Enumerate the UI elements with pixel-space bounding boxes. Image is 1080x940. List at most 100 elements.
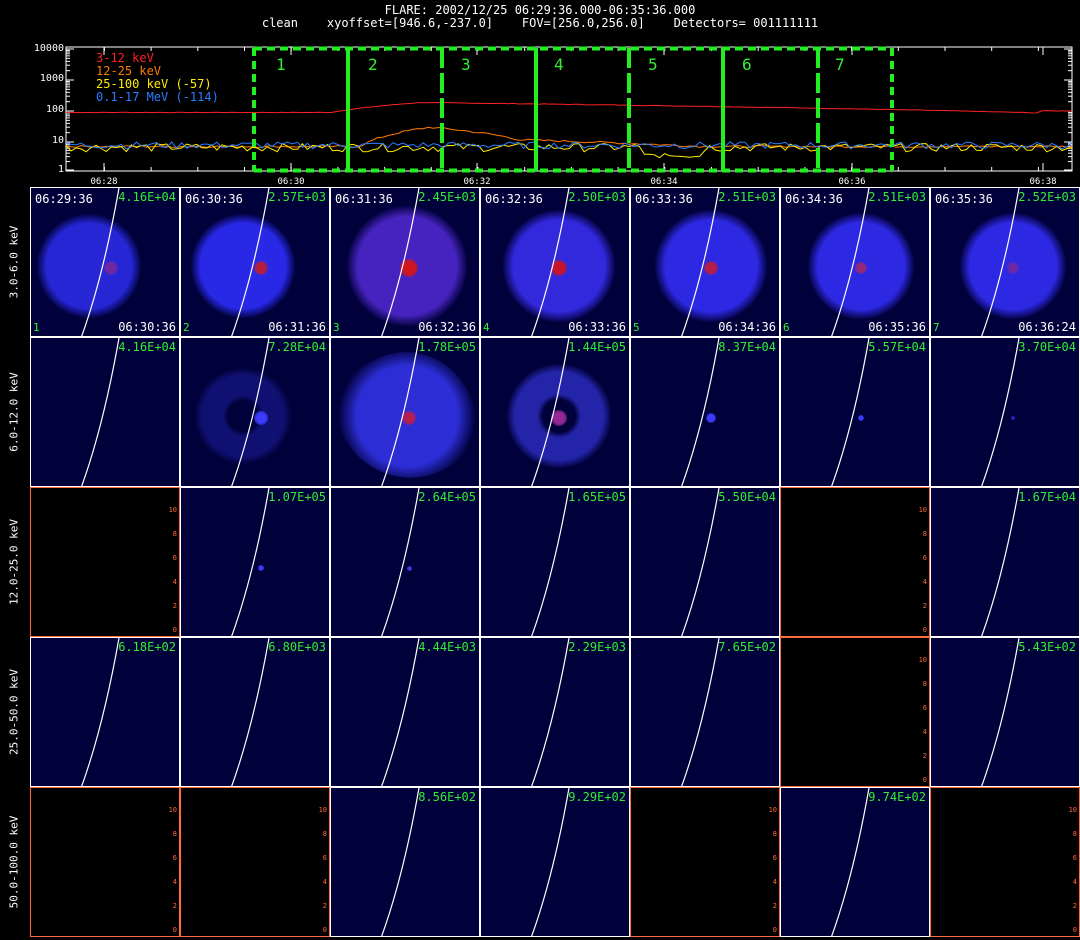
image-cell-r0-c6: 2.52E+03 06:35:36 06:36:24 7 <box>930 187 1080 337</box>
image-cell-r0-c1: 2.57E+03 06:30:36 06:31:36 2 <box>180 187 330 337</box>
solar-limb-line <box>381 788 420 936</box>
y-tick-10: 10 <box>51 135 64 146</box>
solar-limb-line <box>231 338 270 486</box>
max-value-label: 1.65E+05 <box>568 490 626 504</box>
max-value-label: 2.45E+03 <box>418 190 476 204</box>
band-label-text: 3.0-6.0 keV <box>7 225 21 299</box>
empty-axis-tick: 10 <box>318 806 327 814</box>
interval-index-label: 7 <box>933 321 940 334</box>
legend-3-12kev: 3-12 keV <box>96 51 154 65</box>
empty-axis-tick: 10 <box>168 806 177 814</box>
start-time-label: 06:33:36 <box>635 192 693 206</box>
image-cell-r0-c0: 4.16E+04 06:29:36 06:30:36 1 <box>30 187 180 337</box>
image-cell-r2-c3: 1.65E+05 <box>480 487 630 637</box>
x-tick-0636: 06:36 <box>838 177 866 187</box>
x-tick-0630: 06:30 <box>277 177 305 187</box>
empty-axis-tick: 6 <box>322 854 327 862</box>
max-value-label: 2.51E+03 <box>718 190 776 204</box>
image-cell-r3-c4: 7.65E+02 <box>630 637 780 787</box>
interval-index-label: 5 <box>633 321 640 334</box>
max-value-label: 9.74E+02 <box>868 790 926 804</box>
band-label-2: 12.0-25.0 keV <box>2 487 26 637</box>
empty-axis-tick: 2 <box>1072 902 1077 910</box>
image-cell-r1-c4: 8.37E+04 <box>630 337 780 487</box>
solar-limb-line <box>981 338 1020 486</box>
solar-limb-line <box>531 788 570 936</box>
empty-axis-tick: 0 <box>172 926 177 934</box>
solar-limb-line <box>831 788 870 936</box>
max-value-label: 6.80E+03 <box>268 640 326 654</box>
segment-boxes <box>252 46 894 173</box>
lightcurve-frame <box>65 46 1073 172</box>
max-value-label: 5.43E+02 <box>1018 640 1076 654</box>
end-time-label: 06:34:36 <box>718 320 776 334</box>
solar-limb-line <box>81 188 120 336</box>
empty-axis-tick: 6 <box>922 554 927 562</box>
image-cell-r0-c4: 2.51E+03 06:33:36 06:34:36 5 <box>630 187 780 337</box>
segment-label-2: 2 <box>368 55 378 74</box>
solar-limb-line <box>681 488 720 636</box>
image-cell-r4-c2: 8.56E+02 <box>330 787 480 937</box>
empty-axis-tick: 0 <box>922 776 927 784</box>
max-value-label: 1.07E+05 <box>268 490 326 504</box>
empty-axis-tick: 4 <box>922 578 927 586</box>
image-cell-r2-c1: 1.07E+05 <box>180 487 330 637</box>
empty-axis-tick: 2 <box>322 902 327 910</box>
interval-index-label: 2 <box>183 321 190 334</box>
max-value-label: 7.65E+02 <box>718 640 776 654</box>
image-cell-r3-c5: 0 2 4 6 8 10 <box>780 637 930 787</box>
legend-12-25kev: 12-25 keV <box>96 64 162 78</box>
band-label-text: 25.0-50.0 keV <box>7 668 21 756</box>
segment-label-5: 5 <box>648 55 658 74</box>
empty-axis-tick: 4 <box>172 878 177 886</box>
max-value-label: 8.37E+04 <box>718 340 776 354</box>
image-cell-r1-c0: 4.16E+04 <box>30 337 180 487</box>
empty-axis-tick: 2 <box>172 602 177 610</box>
end-time-label: 06:32:36 <box>418 320 476 334</box>
image-cell-r1-c6: 3.70E+04 <box>930 337 1080 487</box>
segment-label-6: 6 <box>742 55 752 74</box>
empty-axis-tick: 8 <box>1072 830 1077 838</box>
empty-axis-tick: 4 <box>322 878 327 886</box>
end-time-label: 06:31:36 <box>268 320 326 334</box>
image-cell-r1-c3: 1.44E+05 <box>480 337 630 487</box>
max-value-label: 4.16E+04 <box>118 340 176 354</box>
band-label-3: 25.0-50.0 keV <box>2 637 26 787</box>
image-cell-r2-c0: 0 2 4 6 8 10 <box>30 487 180 637</box>
segment-label-4: 4 <box>554 55 564 74</box>
max-value-label: 2.57E+03 <box>268 190 326 204</box>
solar-limb-line <box>531 638 570 786</box>
max-value-label: 1.67E+04 <box>1018 490 1076 504</box>
series-0.1-17mev-line <box>65 141 1073 150</box>
image-cell-r3-c1: 6.80E+03 <box>180 637 330 787</box>
empty-axis-tick: 0 <box>172 626 177 634</box>
empty-axis-tick: 4 <box>1072 878 1077 886</box>
empty-axis-tick: 6 <box>772 854 777 862</box>
x-tick-0628: 06:28 <box>90 177 118 187</box>
max-value-label: 2.51E+03 <box>868 190 926 204</box>
solar-limb-line <box>381 638 420 786</box>
image-cell-r3-c2: 4.44E+03 <box>330 637 480 787</box>
solar-limb-line <box>831 188 870 336</box>
solar-limb-line <box>531 488 570 636</box>
image-cell-r1-c5: 5.57E+04 <box>780 337 930 487</box>
max-value-label: 1.44E+05 <box>568 340 626 354</box>
empty-axis-tick: 0 <box>1072 926 1077 934</box>
start-time-label: 06:30:36 <box>185 192 243 206</box>
image-cell-r4-c5: 9.74E+02 <box>780 787 930 937</box>
empty-axis-tick: 6 <box>172 554 177 562</box>
solar-limb-line <box>531 338 570 486</box>
segment-label-1: 1 <box>276 55 286 74</box>
empty-axis-tick: 10 <box>168 506 177 514</box>
image-cell-r0-c5: 2.51E+03 06:34:36 06:35:36 6 <box>780 187 930 337</box>
end-time-label: 06:30:36 <box>118 320 176 334</box>
end-time-label: 06:35:36 <box>868 320 926 334</box>
image-cell-r3-c6: 5.43E+02 <box>930 637 1080 787</box>
solar-limb-line <box>981 488 1020 636</box>
max-value-label: 5.50E+04 <box>718 490 776 504</box>
solar-limb-line <box>381 338 420 486</box>
interval-index-label: 4 <box>483 321 490 334</box>
solar-limb-line <box>381 488 420 636</box>
legend-0.1-17mev: 0.1-17 MeV (-114) <box>96 90 219 104</box>
max-value-label: 2.52E+03 <box>1018 190 1076 204</box>
